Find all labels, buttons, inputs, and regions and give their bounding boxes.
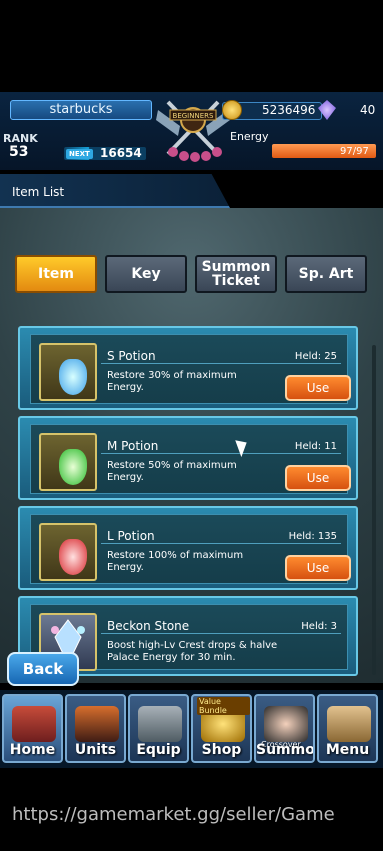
nav-menu[interactable]: Menu (317, 694, 378, 763)
item-held: Held: 25 (294, 351, 337, 362)
item-name: M Potion (107, 439, 159, 453)
use-button[interactable]: Use (285, 375, 351, 401)
item-held: Held: 135 (288, 531, 337, 542)
nav-summon-label: Summon (256, 742, 315, 758)
item-divider (101, 363, 341, 364)
l-potion-icon (39, 523, 97, 581)
nav-equip-label: Equip (136, 742, 181, 758)
nav-summon[interactable]: Crossover Summon (254, 694, 315, 763)
item-body: M Potion Held: 11 Restore 50% of maximum… (30, 424, 351, 494)
energy-value: 97/97 (340, 146, 369, 157)
use-button[interactable]: Use (285, 465, 351, 491)
tab-key[interactable]: Key (105, 255, 187, 293)
item-name: L Potion (107, 529, 155, 543)
tab-item[interactable]: Item (15, 255, 97, 293)
back-button[interactable]: Back (7, 652, 79, 686)
item-body: L Potion Held: 135 Restore 100% of maxim… (30, 514, 351, 584)
item-name: Beckon Stone (107, 619, 190, 633)
shop-badge: Value Bundle (197, 697, 250, 715)
use-button[interactable]: Use (285, 555, 351, 581)
list-item: M Potion Held: 11 Restore 50% of maximum… (18, 416, 358, 500)
tab-sp-art[interactable]: Sp. Art (285, 255, 367, 293)
summon-icon (264, 706, 308, 742)
tab-summon-ticket[interactable]: Summon Ticket (195, 255, 277, 293)
list-item: L Potion Held: 135 Restore 100% of maxim… (18, 506, 358, 590)
rank-value: 53 (9, 144, 29, 160)
nav-home[interactable]: Home (2, 694, 63, 763)
gold-coin-icon (222, 100, 242, 120)
item-description: Restore 100% of maximum Energy. (107, 550, 244, 573)
s-potion-icon (39, 343, 97, 401)
item-divider (101, 633, 341, 634)
nav-shop-label: Shop (201, 742, 242, 758)
item-divider (101, 453, 341, 454)
item-divider (101, 543, 341, 544)
nav-equip[interactable]: Equip (128, 694, 189, 763)
list-item: S Potion Held: 25 Restore 30% of maximum… (18, 326, 358, 410)
player-name[interactable]: starbucks (10, 100, 152, 120)
bottom-navigation: Home Units Equip Value Bundle Shop Cross… (0, 690, 383, 768)
m-potion-icon (39, 433, 97, 491)
list-scrollbar[interactable] (372, 345, 376, 675)
next-label: NEXT (66, 149, 93, 159)
energy-label: Energy (230, 130, 269, 143)
watermark-url: https://gamemarket.gg/seller/Game (12, 804, 335, 825)
item-held: Held: 11 (294, 441, 337, 452)
nav-shop[interactable]: Value Bundle Shop (191, 694, 252, 763)
emblem-text: BEGINNERS (173, 112, 214, 120)
exp-value: 16654 (100, 146, 142, 160)
item-description: Restore 30% of maximum Energy. (107, 370, 237, 393)
equip-icon (138, 706, 182, 742)
nav-menu-label: Menu (325, 742, 370, 758)
nav-units[interactable]: Units (65, 694, 126, 763)
gold-value: 5236496 (262, 103, 316, 117)
gem-value: 40 (360, 103, 376, 117)
page-title: Item List (12, 185, 65, 199)
item-description: Boost high-Lv Crest drops & halve Palace… (107, 640, 278, 663)
nav-units-label: Units (74, 742, 117, 758)
home-icon (12, 706, 56, 742)
top-hud: starbucks RANK 53 NEXT 16654 BEGINNERS 5… (0, 92, 383, 170)
item-description: Restore 50% of maximum Energy. (107, 460, 237, 483)
nav-home-label: Home (9, 742, 56, 758)
menu-book-icon (327, 706, 371, 742)
item-name: S Potion (107, 349, 156, 363)
units-icon (75, 706, 119, 742)
item-body: S Potion Held: 25 Restore 30% of maximum… (30, 334, 351, 404)
item-held: Held: 3 (301, 621, 337, 632)
